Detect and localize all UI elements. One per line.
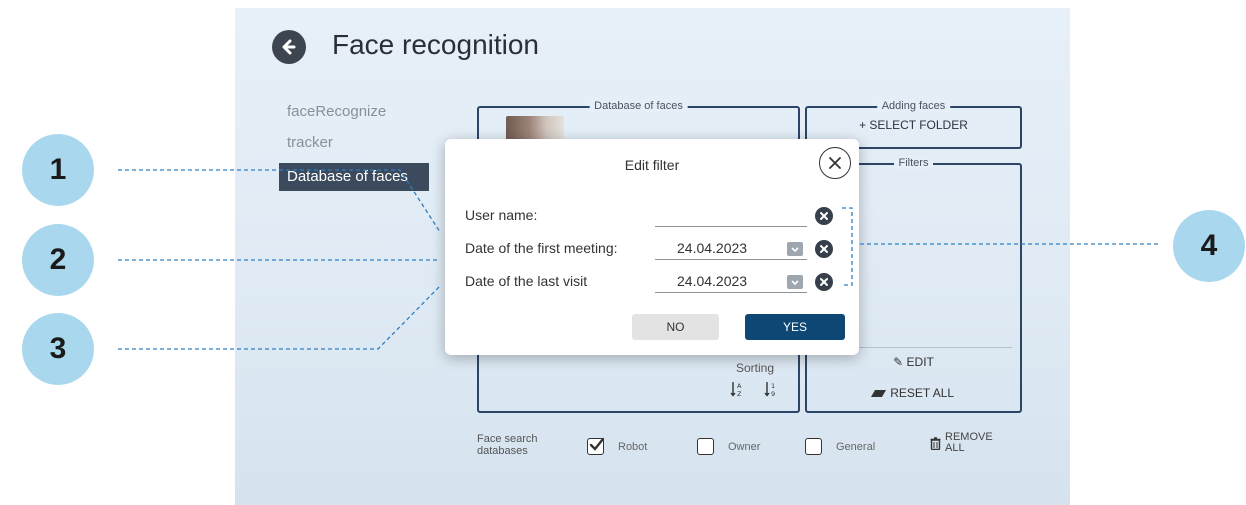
eraser-icon bbox=[870, 390, 886, 397]
chevron-down-icon bbox=[791, 280, 799, 286]
clear-last-visit-button[interactable] bbox=[815, 273, 833, 291]
chevron-down-icon bbox=[791, 247, 799, 253]
arrow-left-icon bbox=[282, 39, 296, 55]
sidebar-item-database-of-faces[interactable]: Database of faces bbox=[279, 163, 429, 191]
yes-button[interactable]: YES bbox=[745, 314, 845, 340]
face-search-databases-label: Face search databases bbox=[477, 433, 538, 457]
sort-alpha-icon: A Z bbox=[730, 382, 742, 398]
sort-alphabetical-button[interactable]: A Z bbox=[730, 380, 744, 401]
panel-legend: Adding faces bbox=[876, 100, 951, 112]
svg-text:1: 1 bbox=[771, 382, 775, 390]
annotated-screenshot: Face recognition faceRecognize tracker D… bbox=[0, 0, 1246, 505]
checkbox-label: Owner bbox=[728, 440, 761, 453]
last-visit-date-input[interactable] bbox=[655, 269, 807, 293]
checkbox[interactable] bbox=[805, 438, 822, 455]
sort-numeric-icon: 1 9 bbox=[764, 382, 775, 398]
checkbox-owner[interactable]: Owner bbox=[697, 438, 760, 455]
callout-1: 1 bbox=[22, 134, 94, 206]
label-line: Face search bbox=[477, 433, 538, 445]
clear-icon bbox=[820, 212, 828, 220]
sorting-label: Sorting bbox=[735, 361, 774, 375]
edit-filter-button[interactable]: ✎ EDIT bbox=[807, 355, 1020, 369]
checkbox-label: General bbox=[836, 440, 876, 453]
label-line: ALL bbox=[945, 442, 965, 454]
panel-legend: Filters bbox=[893, 157, 934, 169]
sort-numeric-button[interactable]: 1 9 bbox=[764, 380, 778, 401]
checkbox-robot[interactable]: Robot bbox=[587, 437, 648, 455]
user-name-input[interactable] bbox=[655, 203, 807, 227]
reset-all-label: RESET ALL bbox=[890, 386, 955, 400]
calendar-dropdown-icon[interactable] bbox=[787, 275, 803, 289]
sidebar-item-facerecognize[interactable]: faceRecognize bbox=[287, 103, 386, 120]
dialog-title: Edit filter bbox=[624, 157, 680, 173]
checkbox-general[interactable]: General bbox=[805, 438, 875, 455]
first-meeting-label: Date of the first meeting: bbox=[465, 240, 618, 256]
page-title: Face recognition bbox=[332, 29, 540, 60]
clear-first-meeting-button[interactable] bbox=[815, 240, 833, 258]
edit-label: EDIT bbox=[906, 355, 934, 369]
clear-icon bbox=[820, 245, 828, 253]
checkbox-label: Robot bbox=[618, 440, 648, 453]
svg-text:Z: Z bbox=[737, 390, 742, 398]
clear-icon bbox=[820, 278, 828, 286]
last-visit-label: Date of the last visit bbox=[465, 273, 588, 289]
pencil-icon: ✎ bbox=[893, 355, 904, 369]
user-name-label: User name: bbox=[465, 207, 538, 223]
checkbox[interactable] bbox=[697, 438, 714, 455]
calendar-dropdown-icon[interactable] bbox=[787, 242, 803, 256]
svg-text:9: 9 bbox=[771, 390, 775, 398]
remove-all-button[interactable]: REMOVE ALL bbox=[930, 432, 993, 454]
panel-legend: Database of faces bbox=[589, 100, 688, 112]
checkmark-icon bbox=[589, 437, 604, 451]
callout-4: 4 bbox=[1173, 210, 1245, 282]
clear-user-name-button[interactable] bbox=[815, 207, 833, 225]
sidebar-item-tracker[interactable]: tracker bbox=[287, 134, 333, 151]
reset-all-button[interactable]: RESET ALL bbox=[807, 386, 1020, 400]
close-button[interactable] bbox=[819, 147, 851, 179]
select-folder-button[interactable]: + SELECT FOLDER bbox=[807, 118, 1020, 132]
back-button[interactable] bbox=[272, 30, 306, 64]
checkbox[interactable] bbox=[587, 437, 604, 455]
remove-all-label: REMOVE ALL bbox=[945, 432, 993, 454]
callout-3: 3 bbox=[22, 313, 94, 385]
close-icon bbox=[829, 157, 841, 169]
first-meeting-date-input[interactable] bbox=[655, 236, 807, 260]
edit-filter-dialog: Edit filter User name: Date of the first… bbox=[445, 139, 859, 355]
callout-2: 2 bbox=[22, 224, 94, 296]
label-line: databases bbox=[477, 445, 528, 457]
no-button[interactable]: NO bbox=[632, 314, 719, 340]
svg-text:A: A bbox=[737, 382, 742, 390]
trash-icon bbox=[930, 436, 941, 450]
